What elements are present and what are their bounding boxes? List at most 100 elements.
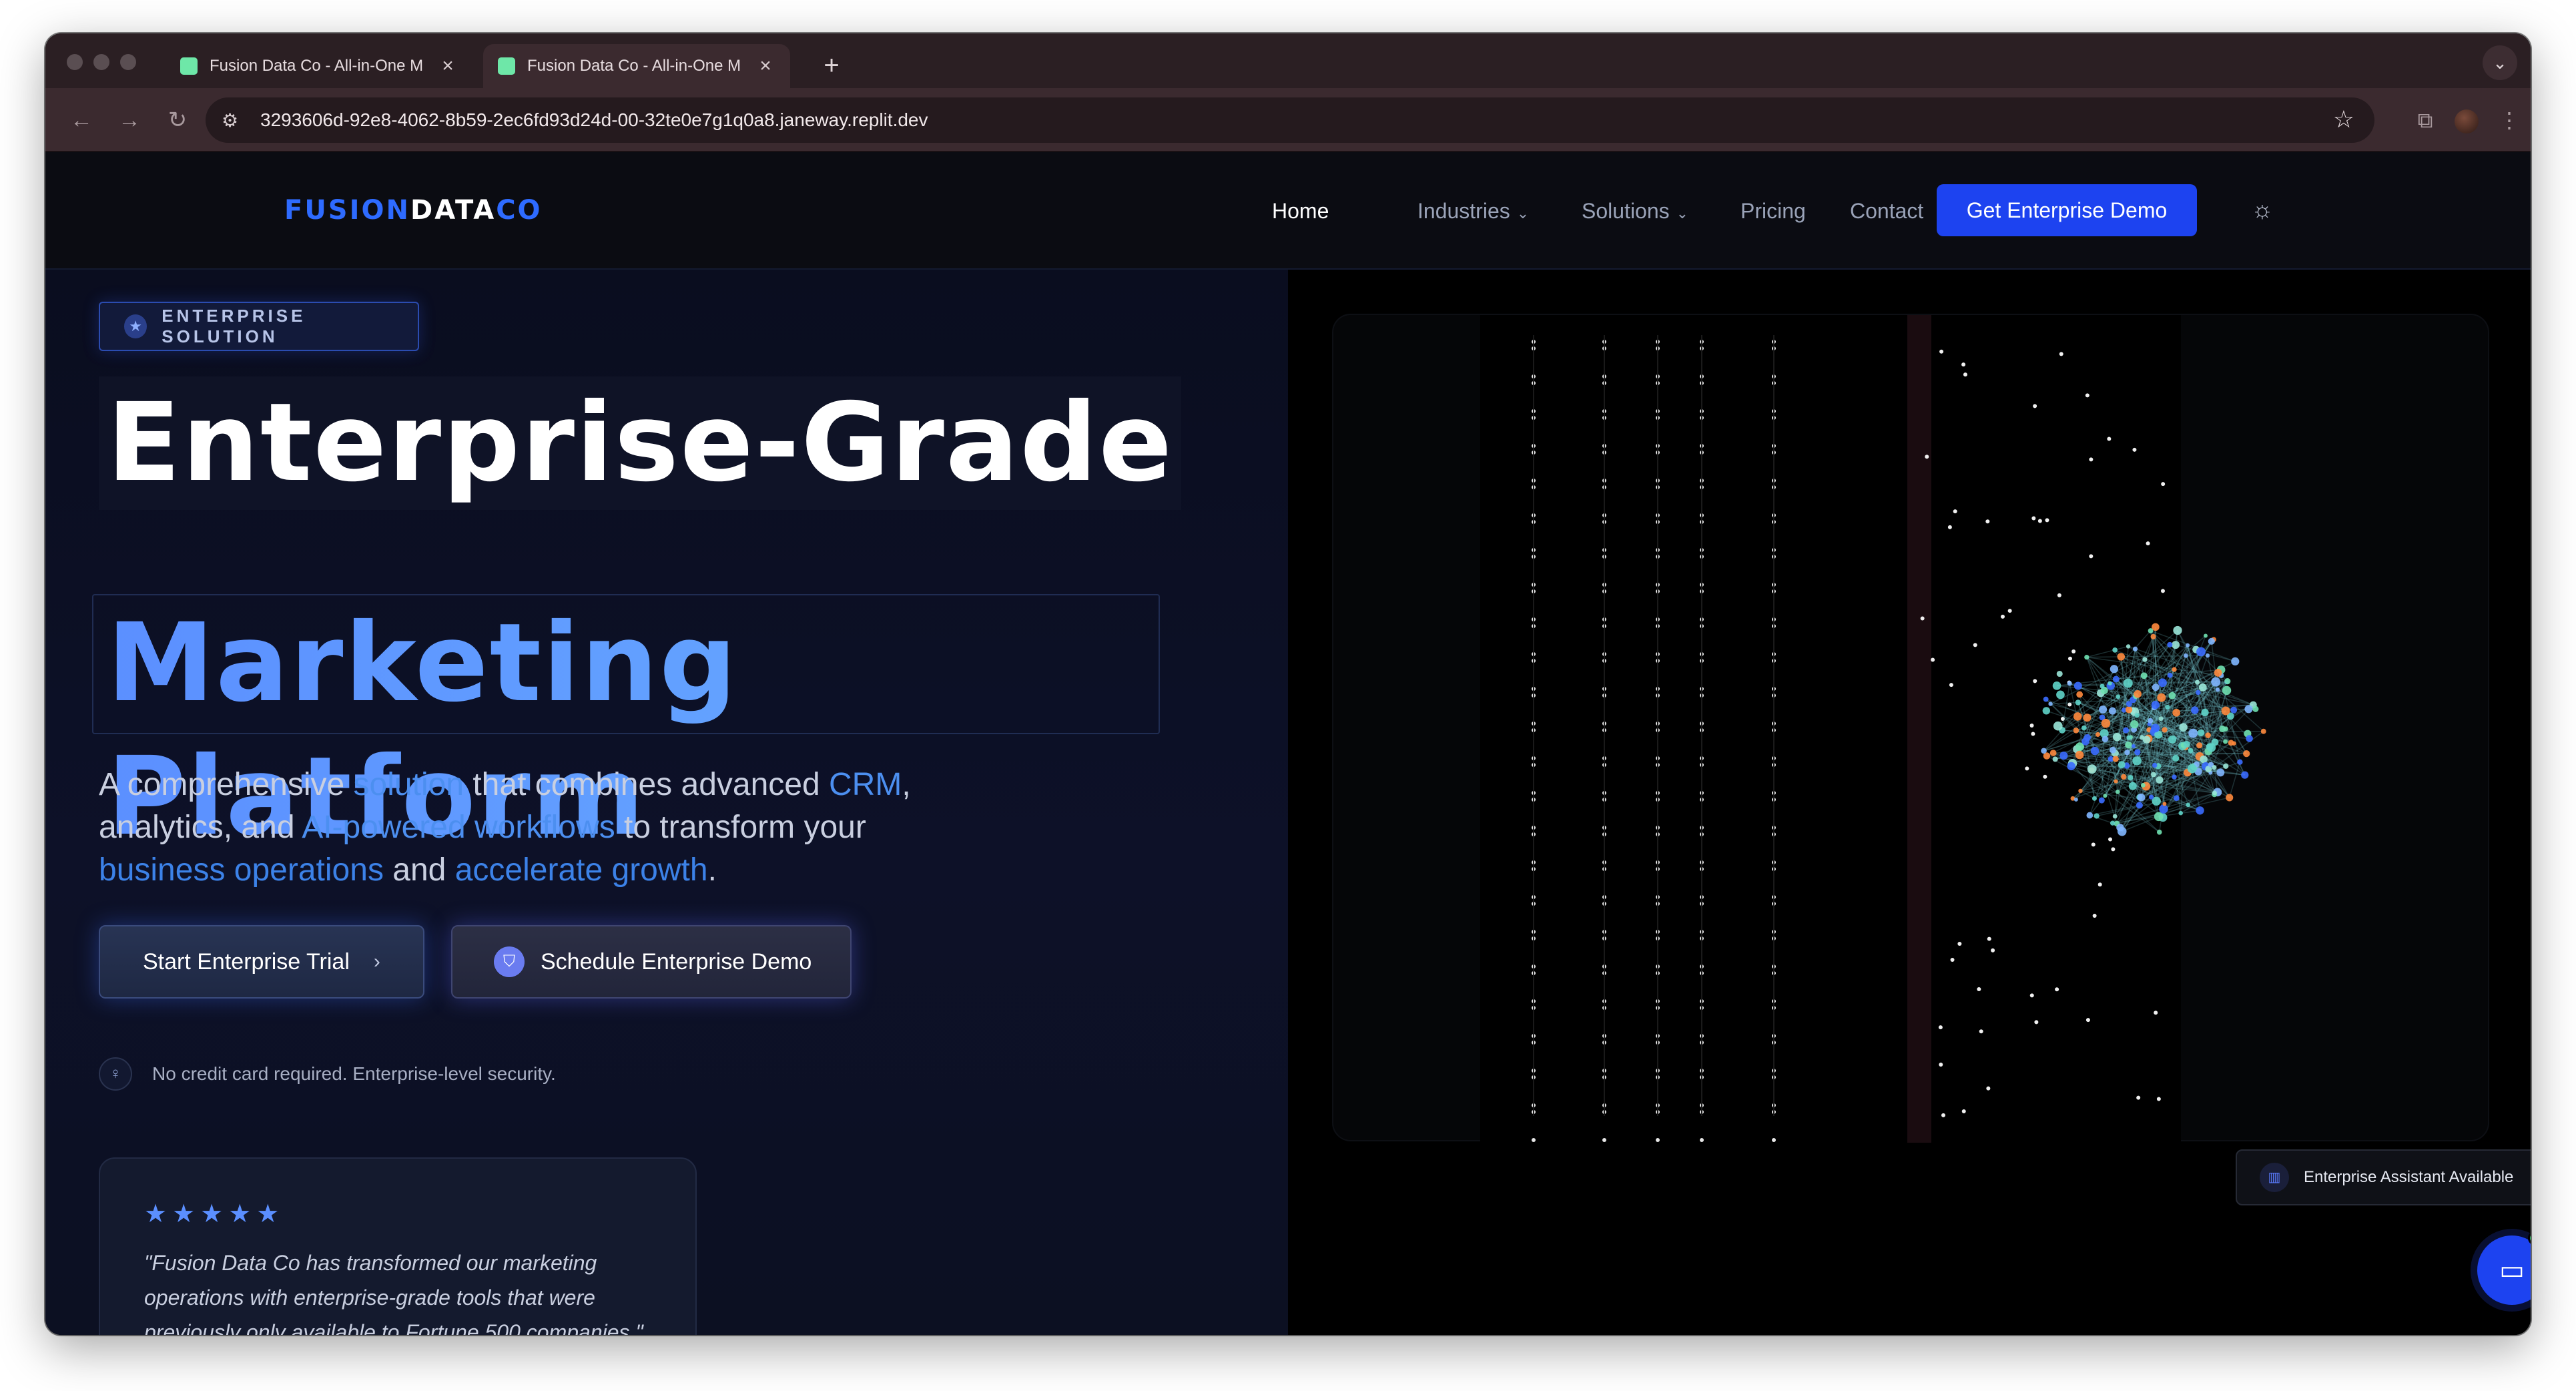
back-arrow-icon[interactable]: ←: [64, 103, 99, 137]
path-dot: [1925, 455, 1929, 459]
shield-icon: ⛉: [494, 946, 525, 977]
extensions-puzzle-icon[interactable]: ⧉: [2408, 103, 2443, 137]
network-node: [2098, 797, 2105, 804]
network-node: [2172, 641, 2180, 649]
get-enterprise-demo-button[interactable]: Get Enterprise Demo: [1937, 184, 2197, 236]
network-node: [2140, 735, 2145, 740]
network-node: [2067, 762, 2075, 771]
path-dot: [2037, 519, 2042, 523]
network-node: [2128, 775, 2134, 781]
logo-part-fusion: FUSION: [284, 195, 410, 226]
network-node: [2110, 665, 2119, 673]
path-dot: [2043, 774, 2047, 779]
path-dot: [2108, 837, 2113, 842]
minimize-window-button[interactable]: [93, 54, 109, 70]
network-node: [2116, 790, 2120, 794]
network-node: [2110, 820, 2116, 826]
network-node: [2156, 829, 2162, 835]
network-node: [2226, 794, 2234, 802]
site-settings-icon[interactable]: ⚙: [222, 109, 248, 131]
path-dot: [1939, 1062, 1943, 1067]
path-dot: [2091, 842, 2096, 847]
network-node: [2140, 783, 2146, 788]
tab-strip: Fusion Data Co - All-in-One M × Fusion D…: [45, 33, 2531, 88]
network-node: [2087, 764, 2097, 774]
chevron-down-icon: ⌄: [1516, 205, 1530, 222]
path-dot: [1973, 643, 1977, 647]
path-dot: [2059, 352, 2063, 356]
enterprise-assistant-status[interactable]: ▥ Enterprise Assistant Available: [2236, 1149, 2531, 1205]
path-dot: [1953, 509, 1957, 514]
network-node: [2124, 750, 2130, 756]
network-node: [2184, 653, 2188, 658]
network-node: [2237, 759, 2243, 765]
profile-avatar[interactable]: [2455, 109, 2479, 133]
path-dot: [2089, 554, 2094, 559]
theme-toggle-sun-icon[interactable]: ☼: [2248, 195, 2277, 224]
nav-link-solutions[interactable]: Solutions ⌄: [1582, 199, 1688, 224]
network-node: [2112, 647, 2118, 653]
network-node: [2252, 706, 2259, 712]
path-dot: [2007, 609, 2012, 613]
path-dot: [2085, 1018, 2090, 1023]
network-node: [2246, 735, 2253, 742]
button-label: Schedule Enterprise Demo: [541, 948, 812, 975]
browser-tab-1[interactable]: Fusion Data Co - All-in-One M ×: [166, 44, 472, 88]
lead-text: to transform your: [615, 810, 866, 845]
network-node: [2211, 677, 2221, 687]
network-node: [2151, 772, 2156, 778]
close-window-button[interactable]: [67, 54, 83, 70]
path-dot: [1961, 362, 1966, 367]
network-node: [2195, 689, 2201, 696]
network-node: [2208, 637, 2215, 645]
network-node: [2052, 756, 2058, 762]
new-tab-button[interactable]: +: [813, 47, 850, 84]
enterprise-solution-badge: ★ ENTERPRISE SOLUTION: [99, 302, 419, 351]
nav-link-contact[interactable]: Contact: [1850, 199, 1923, 224]
path-dot: [2098, 882, 2102, 887]
network-node: [2172, 708, 2181, 717]
browser-tab-2[interactable]: Fusion Data Co - All-in-One M ×: [483, 44, 790, 88]
path-dot: [2160, 589, 2165, 593]
nav-link-pricing[interactable]: Pricing: [1740, 199, 1806, 224]
tab-title: Fusion Data Co - All-in-One M: [527, 57, 741, 75]
nav-link-industries[interactable]: Industries ⌄: [1417, 199, 1529, 224]
network-node: [2056, 690, 2065, 700]
network-node: [2216, 768, 2225, 777]
hero-title-line1: Enterprise-Grade: [99, 376, 1182, 510]
network-node: [2099, 705, 2108, 714]
network-node: [2162, 727, 2168, 733]
start-enterprise-trial-button[interactable]: Start Enterprise Trial ›: [99, 925, 424, 999]
network-node: [2221, 706, 2230, 716]
network-node: [2156, 776, 2164, 784]
forward-arrow-icon[interactable]: →: [112, 103, 147, 137]
network-graph-visualization: [1480, 315, 2266, 1143]
nav-link-home[interactable]: Home: [1272, 199, 1329, 224]
network-node: [2123, 727, 2130, 734]
close-tab-icon[interactable]: ×: [755, 55, 775, 77]
site-logo[interactable]: FUSIONDATACO: [284, 195, 543, 226]
close-tab-icon[interactable]: ×: [438, 55, 458, 77]
schedule-enterprise-demo-button[interactable]: ⛉ Schedule Enterprise Demo: [451, 925, 852, 999]
network-node: [2123, 678, 2133, 688]
path-dot: [2085, 393, 2089, 398]
network-node: [2090, 746, 2100, 756]
bookmark-star-icon[interactable]: ☆: [2333, 105, 2354, 133]
path-dot: [1938, 1025, 1943, 1030]
path-dot: [2107, 437, 2112, 441]
network-node: [2152, 762, 2158, 768]
path-dot: [2057, 593, 2061, 597]
network-node: [2148, 628, 2154, 633]
chat-open-button[interactable]: ▭: [2477, 1235, 2531, 1305]
network-node: [2083, 714, 2091, 722]
reload-icon[interactable]: ↻: [160, 103, 195, 137]
zoom-window-button[interactable]: [120, 54, 136, 70]
path-dot: [1979, 1029, 1983, 1034]
path-dot: [1941, 1113, 1945, 1117]
lead-highlight: business operations: [99, 852, 384, 888]
tab-search-chevron-icon[interactable]: ⌄: [2483, 45, 2517, 80]
browser-menu-icon[interactable]: ⋮: [2492, 103, 2527, 137]
lead-text: .: [707, 852, 717, 888]
address-bar[interactable]: ⚙ 3293606d-92e8-4062-8b59-2ec6fd93d24d-0…: [206, 97, 2374, 143]
tab-favicon-icon: [498, 57, 515, 75]
